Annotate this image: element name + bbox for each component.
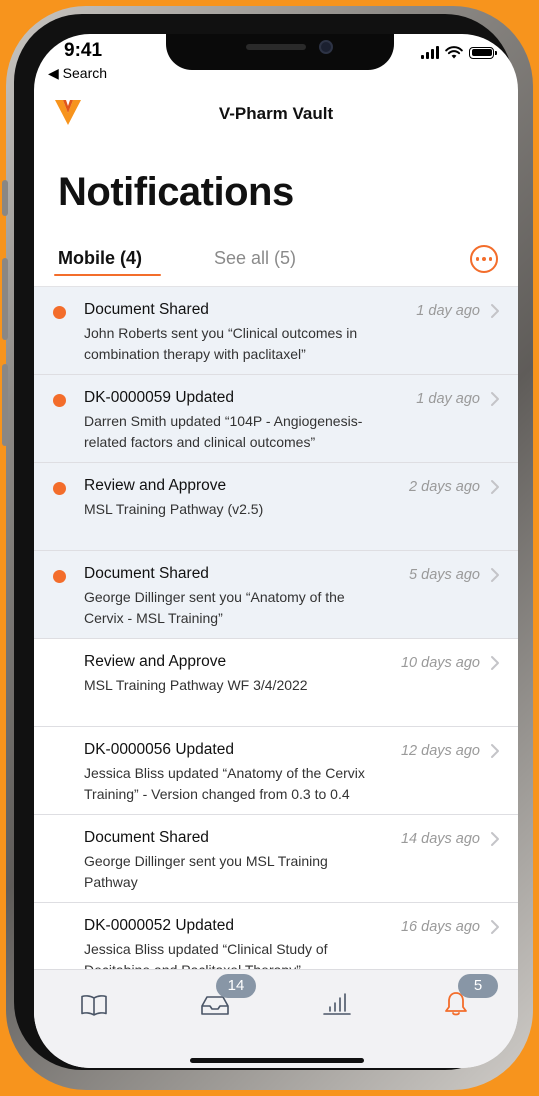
unread-indicator	[53, 482, 66, 495]
notification-title: DK-0000059 Updated	[84, 389, 234, 406]
battery-icon	[469, 46, 497, 59]
page-title: Notifications	[58, 170, 294, 214]
notification-description: George Dillinger sent you MSL Training P…	[84, 853, 328, 890]
active-tab-indicator	[54, 274, 161, 276]
signal-icon	[421, 46, 439, 59]
bottom-tab-bar: 14 5	[34, 969, 518, 1068]
inbox-badge: 14	[216, 974, 256, 998]
notification-description: Jessica Bliss updated “Clinical Study of…	[84, 941, 328, 969]
more-dot	[475, 257, 480, 261]
chevron-right-icon	[491, 656, 499, 670]
notification-item[interactable]: Document Shared John Roberts sent you “C…	[34, 287, 518, 375]
notification-time: 14 days ago	[400, 831, 480, 847]
notification-time: 1 day ago	[416, 303, 480, 319]
notification-description: George Dillinger sent you “Anatomy of th…	[84, 589, 345, 626]
chevron-right-icon	[491, 744, 499, 758]
notification-title: Document Shared	[84, 565, 209, 582]
volume-down-button	[2, 364, 8, 446]
volume-up-button	[2, 258, 8, 340]
notification-item[interactable]: DK-0000059 Updated Darren Smith updated …	[34, 375, 518, 463]
book-icon[interactable]	[80, 994, 108, 1016]
notification-time: 1 day ago	[416, 391, 480, 407]
wifi-icon	[445, 46, 463, 59]
camera	[319, 40, 333, 54]
more-dot	[482, 257, 486, 261]
chart-icon[interactable]	[322, 992, 352, 1016]
notification-list: Document Shared John Roberts sent you “C…	[34, 287, 518, 969]
notch	[166, 34, 394, 70]
notification-title: Review and Approve	[84, 477, 227, 494]
chevron-right-icon	[491, 568, 499, 582]
notification-description: John Roberts sent you “Clinical outcomes…	[84, 325, 358, 362]
tab-mobile[interactable]: Mobile (4)	[58, 248, 142, 269]
notification-title: Document Shared	[84, 829, 209, 846]
chevron-right-icon	[491, 920, 499, 934]
notification-description: MSL Training Pathway WF 3/4/2022	[84, 677, 308, 693]
screen: 9:41 ◀ Search V-Pharm Vault Notification…	[34, 34, 518, 1068]
home-indicator	[190, 1058, 364, 1063]
tab-see-all[interactable]: See all (5)	[214, 248, 296, 269]
chevron-right-icon	[491, 480, 499, 494]
notification-time: 5 days ago	[409, 567, 480, 583]
mute-switch	[2, 180, 8, 216]
unread-indicator	[53, 306, 66, 319]
speaker	[246, 44, 306, 50]
notification-item[interactable]: DK-0000052 Updated Jessica Bliss updated…	[34, 903, 518, 969]
chevron-right-icon	[491, 832, 499, 846]
notification-title: DK-0000056 Updated	[84, 741, 234, 758]
notifications-badge: 5	[458, 974, 498, 998]
notification-description: MSL Training Pathway (v2.5)	[84, 501, 264, 517]
notification-title: DK-0000052 Updated	[84, 917, 234, 934]
more-dot	[488, 257, 493, 261]
more-options-button[interactable]	[470, 245, 498, 273]
notification-time: 10 days ago	[400, 655, 480, 671]
notification-item[interactable]: Document Shared George Dillinger sent yo…	[34, 815, 518, 903]
notification-time: 12 days ago	[400, 743, 480, 759]
notification-item[interactable]: DK-0000056 Updated Jessica Bliss updated…	[34, 727, 518, 815]
chevron-right-icon	[491, 304, 499, 318]
status-icons	[421, 46, 497, 59]
notification-item[interactable]: Document Shared George Dillinger sent yo…	[34, 551, 518, 639]
unread-indicator	[53, 570, 66, 583]
notification-item[interactable]: Review and Approve MSL Training Pathway …	[34, 639, 518, 727]
unread-indicator	[53, 394, 66, 407]
notification-time: 16 days ago	[400, 919, 480, 935]
notification-description: Darren Smith updated “104P - Angiogenesi…	[84, 413, 363, 450]
notification-item[interactable]: Review and Approve MSL Training Pathway …	[34, 463, 518, 551]
notification-title: Review and Approve	[84, 653, 227, 670]
notification-title: Document Shared	[84, 301, 209, 318]
notification-time: 2 days ago	[409, 479, 480, 495]
app-title: V-Pharm Vault	[218, 104, 334, 123]
status-time: 9:41	[64, 40, 103, 61]
notification-description: Jessica Bliss updated “Anatomy of the Ce…	[84, 765, 365, 802]
back-to-search-link[interactable]: ◀ Search	[48, 65, 107, 82]
chevron-right-icon	[491, 392, 499, 406]
